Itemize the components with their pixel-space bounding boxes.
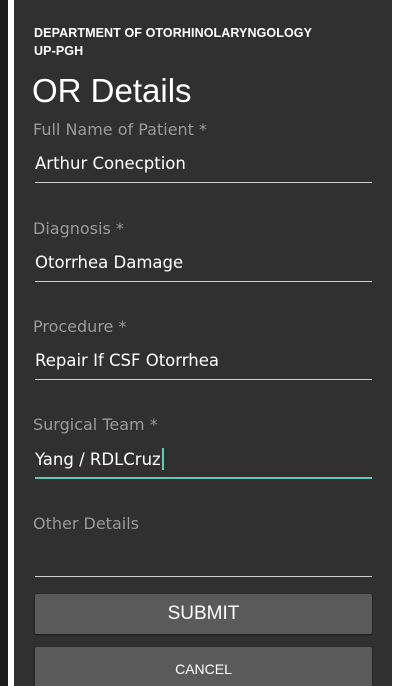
other-details-field[interactable] [35, 539, 372, 577]
patient-name-label: Full Name of Patient * [33, 120, 208, 139]
procedure-label: Procedure * [33, 317, 127, 336]
text-cursor [161, 448, 164, 470]
patient-name-field[interactable]: Arthur Conecption [35, 145, 372, 183]
procedure-value: Repair If CSF Otorrhea [35, 351, 219, 370]
procedure-field[interactable]: Repair If CSF Otorrhea [35, 342, 372, 380]
window-edge [0, 0, 8, 686]
department-name: DEPARTMENT OF OTORHINOLARYNGOLOGY [34, 26, 313, 40]
cancel-button[interactable]: CANCEL [35, 647, 372, 686]
app-frame: DEPARTMENT OF OTORHINOLARYNGOLOGY UP-PGH… [0, 0, 395, 686]
department-unit: UP-PGH [34, 44, 84, 58]
surgical-team-field[interactable]: Yang / RDLCruz [35, 441, 372, 479]
or-details-screen: DEPARTMENT OF OTORHINOLARYNGOLOGY UP-PGH… [14, 0, 392, 686]
diagnosis-field[interactable]: Otorrhea Damage [35, 244, 372, 282]
patient-name-value: Arthur Conecption [35, 154, 186, 173]
submit-button[interactable]: SUBMIT [35, 594, 372, 634]
page-title: OR Details [32, 72, 192, 109]
other-details-label: Other Details [33, 514, 139, 533]
diagnosis-label: Diagnosis * [33, 219, 124, 238]
surgical-team-value: Yang / RDLCruz [35, 449, 161, 469]
surgical-team-label: Surgical Team * [33, 415, 158, 434]
department-header: DEPARTMENT OF OTORHINOLARYNGOLOGY UP-PGH [34, 24, 312, 60]
diagnosis-value: Otorrhea Damage [35, 253, 184, 272]
